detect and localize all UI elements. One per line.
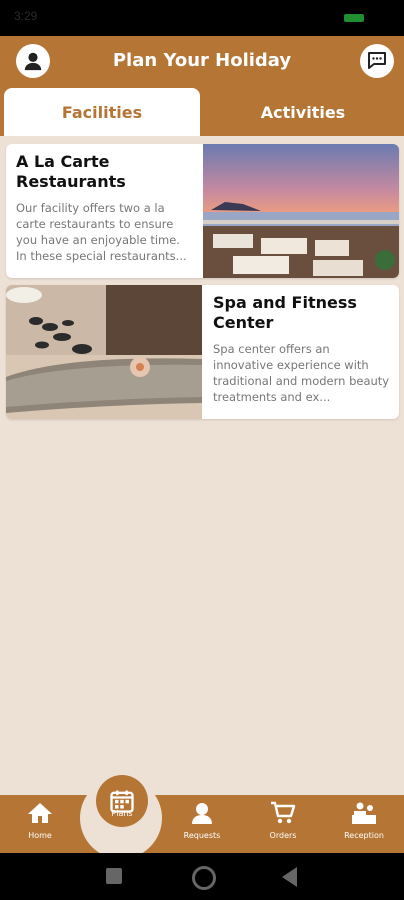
requests-icon	[192, 803, 212, 824]
restaurant-image	[203, 144, 399, 278]
card-description: Our facility offers two a la carte resta…	[16, 201, 187, 263]
chat-icon	[368, 52, 386, 69]
cart-icon	[271, 801, 296, 824]
tab-facilities[interactable]: Facilities	[4, 88, 200, 136]
app-header: Plan Your Holiday	[0, 36, 404, 88]
home-circle-icon[interactable]	[192, 866, 216, 890]
nav-label: Home	[28, 831, 52, 840]
tab-activities[interactable]: Activities	[202, 88, 404, 136]
nav-label: Plans	[111, 809, 133, 818]
battery-icon	[344, 14, 364, 22]
nav-requests[interactable]: Requests	[170, 801, 234, 840]
status-bar: 3:29	[0, 0, 404, 36]
nav-label: Requests	[183, 831, 221, 840]
nav-home[interactable]: Home	[8, 801, 72, 840]
back-icon[interactable]	[282, 867, 297, 887]
reception-icon	[352, 802, 376, 824]
nav-label: Orders	[269, 831, 297, 840]
nav-reception[interactable]: Reception	[332, 801, 396, 840]
home-icon	[28, 803, 52, 823]
card-title: Spa and Fitness Center	[213, 293, 357, 332]
spa-image	[6, 285, 202, 419]
nav-label: Reception	[344, 831, 384, 840]
status-time: 3:29	[14, 9, 38, 23]
bottom-navigation: Home Plans Requests Orders Reception	[0, 775, 404, 859]
facility-card-spa[interactable]: Spa and Fitness Center Spa center offers…	[6, 285, 399, 419]
chat-button[interactable]	[360, 44, 394, 78]
card-description: Spa center offers an innovative experien…	[213, 342, 390, 404]
nav-plans[interactable]	[96, 775, 148, 827]
recent-apps-icon[interactable]	[106, 868, 122, 884]
tab-bar: Facilities Activities	[0, 88, 404, 136]
nav-orders[interactable]: Orders	[251, 801, 315, 840]
card-title: A La Carte Restaurants	[16, 152, 126, 191]
facility-card-restaurants[interactable]: A La Carte Restaurants Our facility offe…	[6, 144, 399, 278]
page-title: Plan Your Holiday	[112, 50, 292, 71]
system-navigation-bar	[0, 853, 404, 900]
